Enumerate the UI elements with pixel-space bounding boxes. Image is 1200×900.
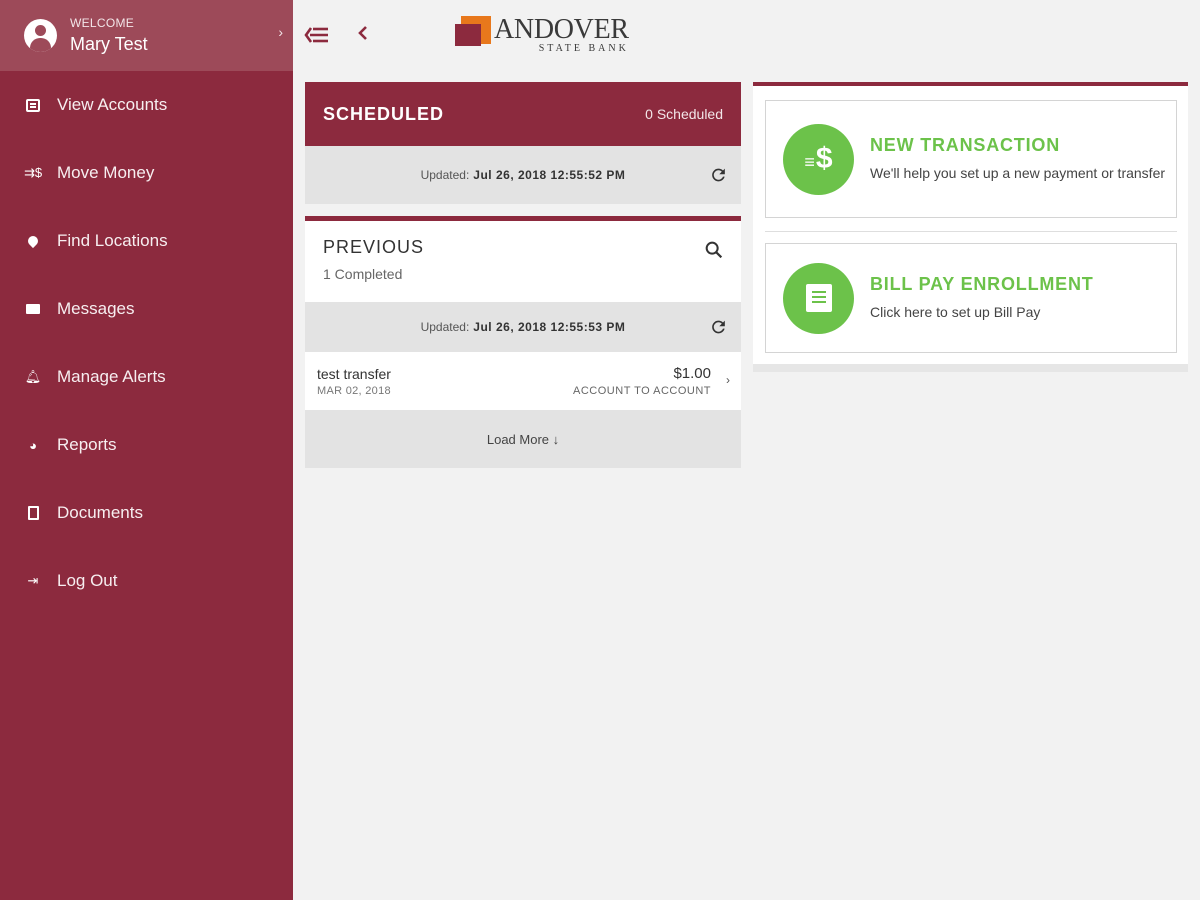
scheduled-card: SCHEDULED 0 Scheduled Updated: Jul 26, 2… bbox=[305, 82, 741, 204]
sidebar-item-view-accounts[interactable]: View Accounts bbox=[0, 71, 293, 139]
search-icon bbox=[705, 241, 723, 259]
accounts-icon bbox=[24, 96, 42, 114]
document-icon bbox=[24, 504, 42, 522]
transaction-date: MAR 02, 2018 bbox=[317, 384, 391, 397]
scheduled-count: 0 Scheduled bbox=[645, 106, 723, 122]
scheduled-title: SCHEDULED bbox=[323, 103, 445, 124]
logo-mark bbox=[455, 16, 491, 46]
sidebar-item-move-money[interactable]: ⇉$ Move Money bbox=[0, 139, 293, 207]
logo-name: ANDOVER bbox=[494, 14, 629, 45]
pie-chart-icon: ◕ bbox=[29, 437, 37, 453]
transaction-details: $1.00 ACCOUNT TO ACCOUNT bbox=[573, 365, 711, 397]
bill-pay-desc: Click here to set up Bill Pay bbox=[870, 303, 1041, 320]
scheduled-header: SCHEDULED 0 Scheduled bbox=[305, 82, 741, 146]
scheduled-updated-bar: Updated: Jul 26, 2018 12:55:52 PM bbox=[305, 146, 741, 204]
profile-text: WELCOME Mary Test bbox=[70, 16, 148, 55]
sidebar-item-label: View Accounts bbox=[57, 95, 168, 114]
actions-panel: ≡$ NEW TRANSACTION We'll help you set up… bbox=[753, 82, 1188, 372]
refresh-button[interactable] bbox=[709, 318, 728, 337]
bill-pay-enrollment-card[interactable]: BILL PAY ENROLLMENT Click here to set up… bbox=[765, 243, 1177, 353]
move-money-icon: ⇉$ bbox=[23, 165, 43, 180]
mail-icon bbox=[24, 300, 42, 318]
previous-updated-bar: Updated: Jul 26, 2018 12:55:53 PM bbox=[305, 302, 741, 352]
divider bbox=[765, 231, 1177, 232]
new-transaction-title: NEW TRANSACTION bbox=[870, 134, 1060, 155]
sidebar-item-log-out[interactable]: ⇥ Log Out bbox=[0, 547, 293, 615]
sidebar-item-reports[interactable]: ◕ Reports bbox=[0, 411, 293, 479]
previous-card: PREVIOUS 1 Completed Updated: Jul 26, 20… bbox=[305, 216, 741, 468]
new-transaction-icon: ≡$ bbox=[783, 123, 854, 195]
sidebar-item-label: Find Locations bbox=[57, 231, 168, 250]
sidebar-item-label: Reports bbox=[57, 435, 117, 454]
sidebar: WELCOME Mary Test › View Accounts ⇉$ Mov… bbox=[0, 0, 293, 900]
collapse-menu-button[interactable] bbox=[304, 24, 330, 46]
sidebar-item-label: Documents bbox=[57, 503, 143, 522]
account-circle-icon bbox=[24, 19, 57, 52]
logout-icon: ⇥ bbox=[27, 573, 39, 588]
sidebar-item-find-locations[interactable]: Find Locations bbox=[0, 207, 293, 275]
back-button[interactable] bbox=[356, 22, 370, 50]
sidebar-item-label: Messages bbox=[57, 299, 135, 318]
sidebar-item-label: Log Out bbox=[57, 571, 118, 590]
sidebar-item-manage-alerts[interactable]: 🔔︎ Manage Alerts bbox=[0, 343, 293, 411]
profile-header[interactable]: WELCOME Mary Test › bbox=[0, 0, 293, 71]
bill-pay-text: BILL PAY ENROLLMENT Click here to set up… bbox=[870, 274, 1170, 323]
chevron-left-icon bbox=[358, 26, 367, 40]
bill-pay-title: BILL PAY ENROLLMENT bbox=[870, 273, 1094, 294]
logo-text: ANDOVER STATE BANK bbox=[494, 14, 629, 55]
refresh-button[interactable] bbox=[709, 166, 728, 185]
new-transaction-desc: We'll help you set up a new payment or t… bbox=[870, 164, 1166, 181]
previous-title: PREVIOUS bbox=[323, 237, 425, 257]
updated-timestamp: Jul 26, 2018 12:55:53 PM bbox=[473, 320, 626, 334]
bank-logo: ANDOVER STATE BANK bbox=[455, 16, 629, 54]
chevron-right-icon: › bbox=[726, 373, 730, 387]
previous-header: PREVIOUS 1 Completed bbox=[305, 216, 741, 302]
updated-timestamp: Jul 26, 2018 12:55:52 PM bbox=[473, 168, 626, 182]
transaction-name: test transfer bbox=[317, 365, 391, 382]
sidebar-item-label: Manage Alerts bbox=[57, 367, 166, 386]
menu-collapse-icon bbox=[304, 27, 328, 43]
bill-pay-icon bbox=[783, 262, 854, 334]
updated-label: Updated: bbox=[420, 320, 470, 334]
search-button[interactable] bbox=[703, 239, 725, 261]
load-more-button[interactable]: Load More ↓ bbox=[305, 410, 741, 468]
updated-label: Updated: bbox=[420, 168, 470, 182]
new-transaction-text: NEW TRANSACTION We'll help you set up a … bbox=[870, 135, 1170, 184]
transaction-amount: $1.00 bbox=[673, 365, 711, 382]
new-transaction-card[interactable]: ≡$ NEW TRANSACTION We'll help you set up… bbox=[765, 100, 1177, 218]
location-pin-icon bbox=[24, 232, 42, 250]
refresh-icon bbox=[712, 320, 725, 334]
user-name: Mary Test bbox=[70, 34, 148, 54]
refresh-icon bbox=[712, 168, 725, 182]
sidebar-item-documents[interactable]: Documents bbox=[0, 479, 293, 547]
transaction-row[interactable]: test transfer MAR 02, 2018 $1.00 ACCOUNT… bbox=[305, 352, 741, 410]
bell-icon: 🔔︎ bbox=[24, 369, 42, 384]
sidebar-item-messages[interactable]: Messages bbox=[0, 275, 293, 343]
welcome-label: WELCOME bbox=[70, 16, 135, 30]
chevron-right-icon: › bbox=[278, 24, 283, 40]
transaction-info: test transfer MAR 02, 2018 bbox=[317, 366, 391, 397]
sidebar-item-label: Move Money bbox=[57, 163, 155, 182]
previous-count: 1 Completed bbox=[323, 266, 403, 282]
transaction-type: ACCOUNT TO ACCOUNT bbox=[573, 385, 711, 397]
